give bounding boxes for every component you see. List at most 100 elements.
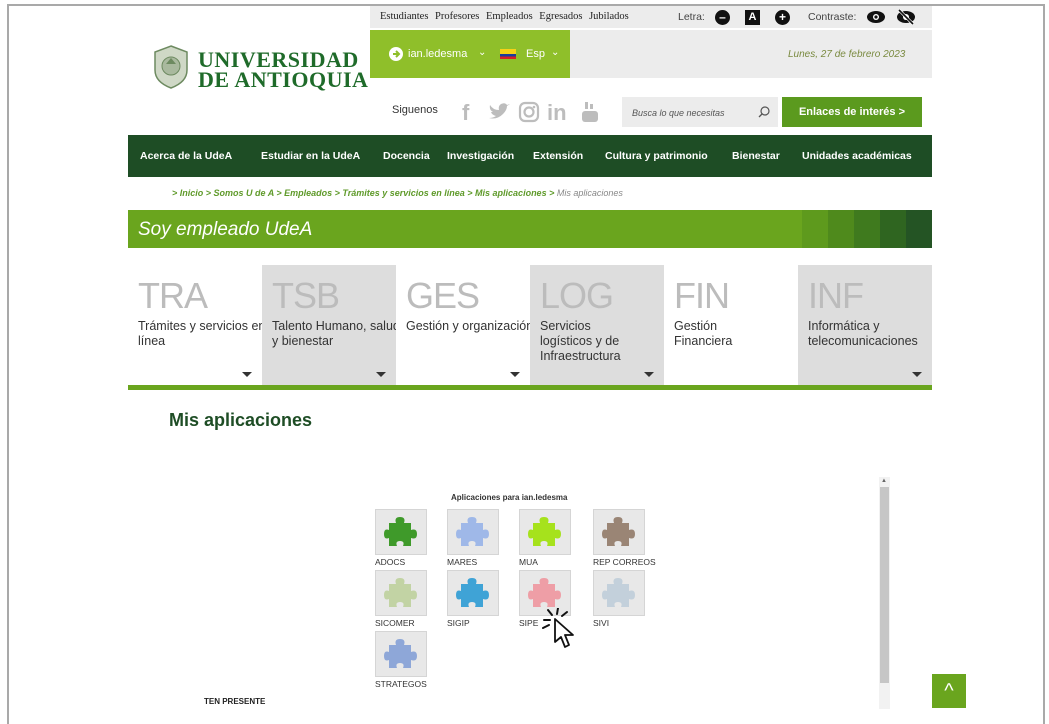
puzzle-piece-icon xyxy=(384,639,417,668)
main-nav: Acerca de la UdeA Estudiar en la UdeA Do… xyxy=(128,135,932,177)
scrollbar-thumb[interactable] xyxy=(880,487,889,683)
font-increase-button[interactable]: + xyxy=(775,10,790,25)
link-jubilados[interactable]: Jubilados xyxy=(589,11,629,22)
puzzle-piece-icon xyxy=(602,517,635,546)
app-label: ADOCS xyxy=(375,557,406,567)
tile-tra[interactable]: TRA Trámites y servicios en línea xyxy=(128,265,265,390)
search-icon[interactable] xyxy=(758,106,770,118)
eye-off-icon[interactable] xyxy=(896,9,916,25)
app-label: SICOMER xyxy=(375,618,415,628)
banner-stripe xyxy=(906,210,932,248)
eye-icon[interactable] xyxy=(866,9,886,25)
app-label: REP CORREOS xyxy=(593,557,656,567)
app-tile[interactable] xyxy=(447,570,499,616)
app-label: MUA xyxy=(519,557,538,567)
tile-inf[interactable]: INF Informática y telecomunicaciones xyxy=(798,265,932,390)
link-estudiantes[interactable]: Estudiantes xyxy=(380,11,428,22)
siguenos-label: Siguenos xyxy=(392,104,438,116)
facebook-icon[interactable]: f xyxy=(462,100,469,126)
linkedin-icon[interactable]: in xyxy=(547,100,567,126)
app-label: MARES xyxy=(447,557,478,567)
university-seal-icon[interactable] xyxy=(152,44,190,90)
app-sicomer[interactable]: SICOMER xyxy=(375,570,435,628)
page-title: Mis aplicaciones xyxy=(169,410,313,430)
tile-tsb[interactable]: TSB Talento Humano, salud y bienestar xyxy=(262,265,400,390)
youtube-icon[interactable] xyxy=(580,100,600,124)
app-strategos[interactable]: STRATEGOS xyxy=(375,631,435,689)
nav-item-cultura[interactable]: Cultura y patrimonio xyxy=(605,150,708,162)
enlaces-button[interactable]: Enlaces de interés > xyxy=(782,97,922,127)
caret-down-icon xyxy=(510,372,520,377)
app-tile[interactable] xyxy=(447,509,499,555)
puzzle-piece-icon xyxy=(528,517,561,546)
tile-code: TRA xyxy=(138,275,208,316)
nav-item-investigacion[interactable]: Investigación xyxy=(447,150,514,162)
font-decrease-button[interactable]: – xyxy=(715,10,730,25)
nav-item-extension[interactable]: Extensión xyxy=(533,150,583,162)
caret-down-icon xyxy=(644,372,654,377)
letra-label: Letra: xyxy=(678,11,705,23)
banner-stripe xyxy=(880,210,906,248)
tile-fin[interactable]: FIN Gestión Financiera xyxy=(664,265,798,390)
app-mua[interactable]: MUA xyxy=(519,509,579,567)
user-menu[interactable]: ian.ledesma xyxy=(408,48,467,60)
puzzle-piece-icon xyxy=(384,578,417,607)
link-empleados[interactable]: Empleados xyxy=(486,11,533,22)
caret-down-icon xyxy=(912,372,922,377)
instagram-icon[interactable] xyxy=(518,101,540,123)
university-logo-text[interactable]: UNIVERSIDAD DE ANTIOQUIA xyxy=(198,49,369,92)
current-date: Lunes, 27 de febrero 2023 xyxy=(788,49,906,60)
app-tile[interactable] xyxy=(593,509,645,555)
twitter-icon[interactable] xyxy=(487,102,511,122)
tile-label: Trámites y servicios en línea xyxy=(138,319,266,348)
tile-code: FIN xyxy=(674,275,730,316)
app-tile[interactable] xyxy=(375,631,427,677)
app-sigip[interactable]: SIGIP xyxy=(447,570,507,628)
app-label: SIVI xyxy=(593,618,610,628)
language-select[interactable]: Esp xyxy=(526,48,545,60)
tile-ges[interactable]: GES Gestión y organización xyxy=(396,265,533,390)
nav-item-acerca[interactable]: Acerca de la UdeA xyxy=(140,150,232,162)
breadcrumb-current: Mis aplicaciones xyxy=(556,188,623,198)
app-sivi[interactable]: SIVI xyxy=(593,570,653,628)
app-tile[interactable] xyxy=(375,570,427,616)
tile-label: Talento Humano, salud y bienestar xyxy=(272,319,400,348)
banner-title: Soy empleado UdeA xyxy=(138,219,313,240)
app-tile[interactable] xyxy=(375,509,427,555)
puzzle-piece-icon xyxy=(456,517,489,546)
audience-links: Estudiantes Profesores Empleados Egresad… xyxy=(380,11,633,22)
banner-stripe xyxy=(854,210,880,248)
chevron-down-icon[interactable]: ⌄ xyxy=(478,47,486,58)
brand-line-2: DE ANTIOQUIA xyxy=(198,67,369,92)
tile-code: INF xyxy=(808,275,864,316)
pointer-cursor-icon xyxy=(542,608,574,648)
chevron-right-icon: > xyxy=(898,106,906,118)
nav-item-docencia[interactable]: Docencia xyxy=(383,150,430,162)
app-tile[interactable] xyxy=(593,570,645,616)
link-profesores[interactable]: Profesores xyxy=(435,11,479,22)
font-normal-button[interactable]: A xyxy=(745,10,760,25)
tile-label: Servicios logísticos y de Infraestructur… xyxy=(540,319,621,363)
app-tile[interactable] xyxy=(519,509,571,555)
tile-label: Informática y telecomunicaciones xyxy=(808,319,918,348)
app-rep-correos[interactable]: REP CORREOS xyxy=(593,509,656,567)
breadcrumb-links[interactable]: > Inicio > Somos U de A > Empleados > Tr… xyxy=(172,188,554,198)
puzzle-piece-icon xyxy=(456,578,489,607)
app-mares[interactable]: MARES xyxy=(447,509,507,567)
arrow-right-circle-icon xyxy=(389,47,403,61)
banner-stripe xyxy=(802,210,828,248)
scroll-up-arrow-icon[interactable]: ▲ xyxy=(881,478,887,484)
back-to-top-button[interactable]: ^ xyxy=(932,674,966,708)
tile-log[interactable]: LOG Servicios logísticos y de Infraestru… xyxy=(530,265,664,390)
nav-item-bienestar[interactable]: Bienestar xyxy=(732,150,780,162)
search-input[interactable]: Busca lo que necesitas xyxy=(632,108,725,118)
tile-code: GES xyxy=(406,275,480,316)
chevron-down-icon[interactable]: ⌄ xyxy=(551,47,559,58)
breadcrumb: > Inicio > Somos U de A > Empleados > Tr… xyxy=(172,188,623,198)
nav-item-estudiar[interactable]: Estudiar en la UdeA xyxy=(261,150,360,162)
tile-label: Gestión y organización xyxy=(406,319,534,333)
link-egresados[interactable]: Egresados xyxy=(539,11,582,22)
app-adocs[interactable]: ADOCS xyxy=(375,509,435,567)
colombia-flag-icon[interactable] xyxy=(500,49,516,59)
nav-item-unidades[interactable]: Unidades académicas xyxy=(802,150,912,162)
